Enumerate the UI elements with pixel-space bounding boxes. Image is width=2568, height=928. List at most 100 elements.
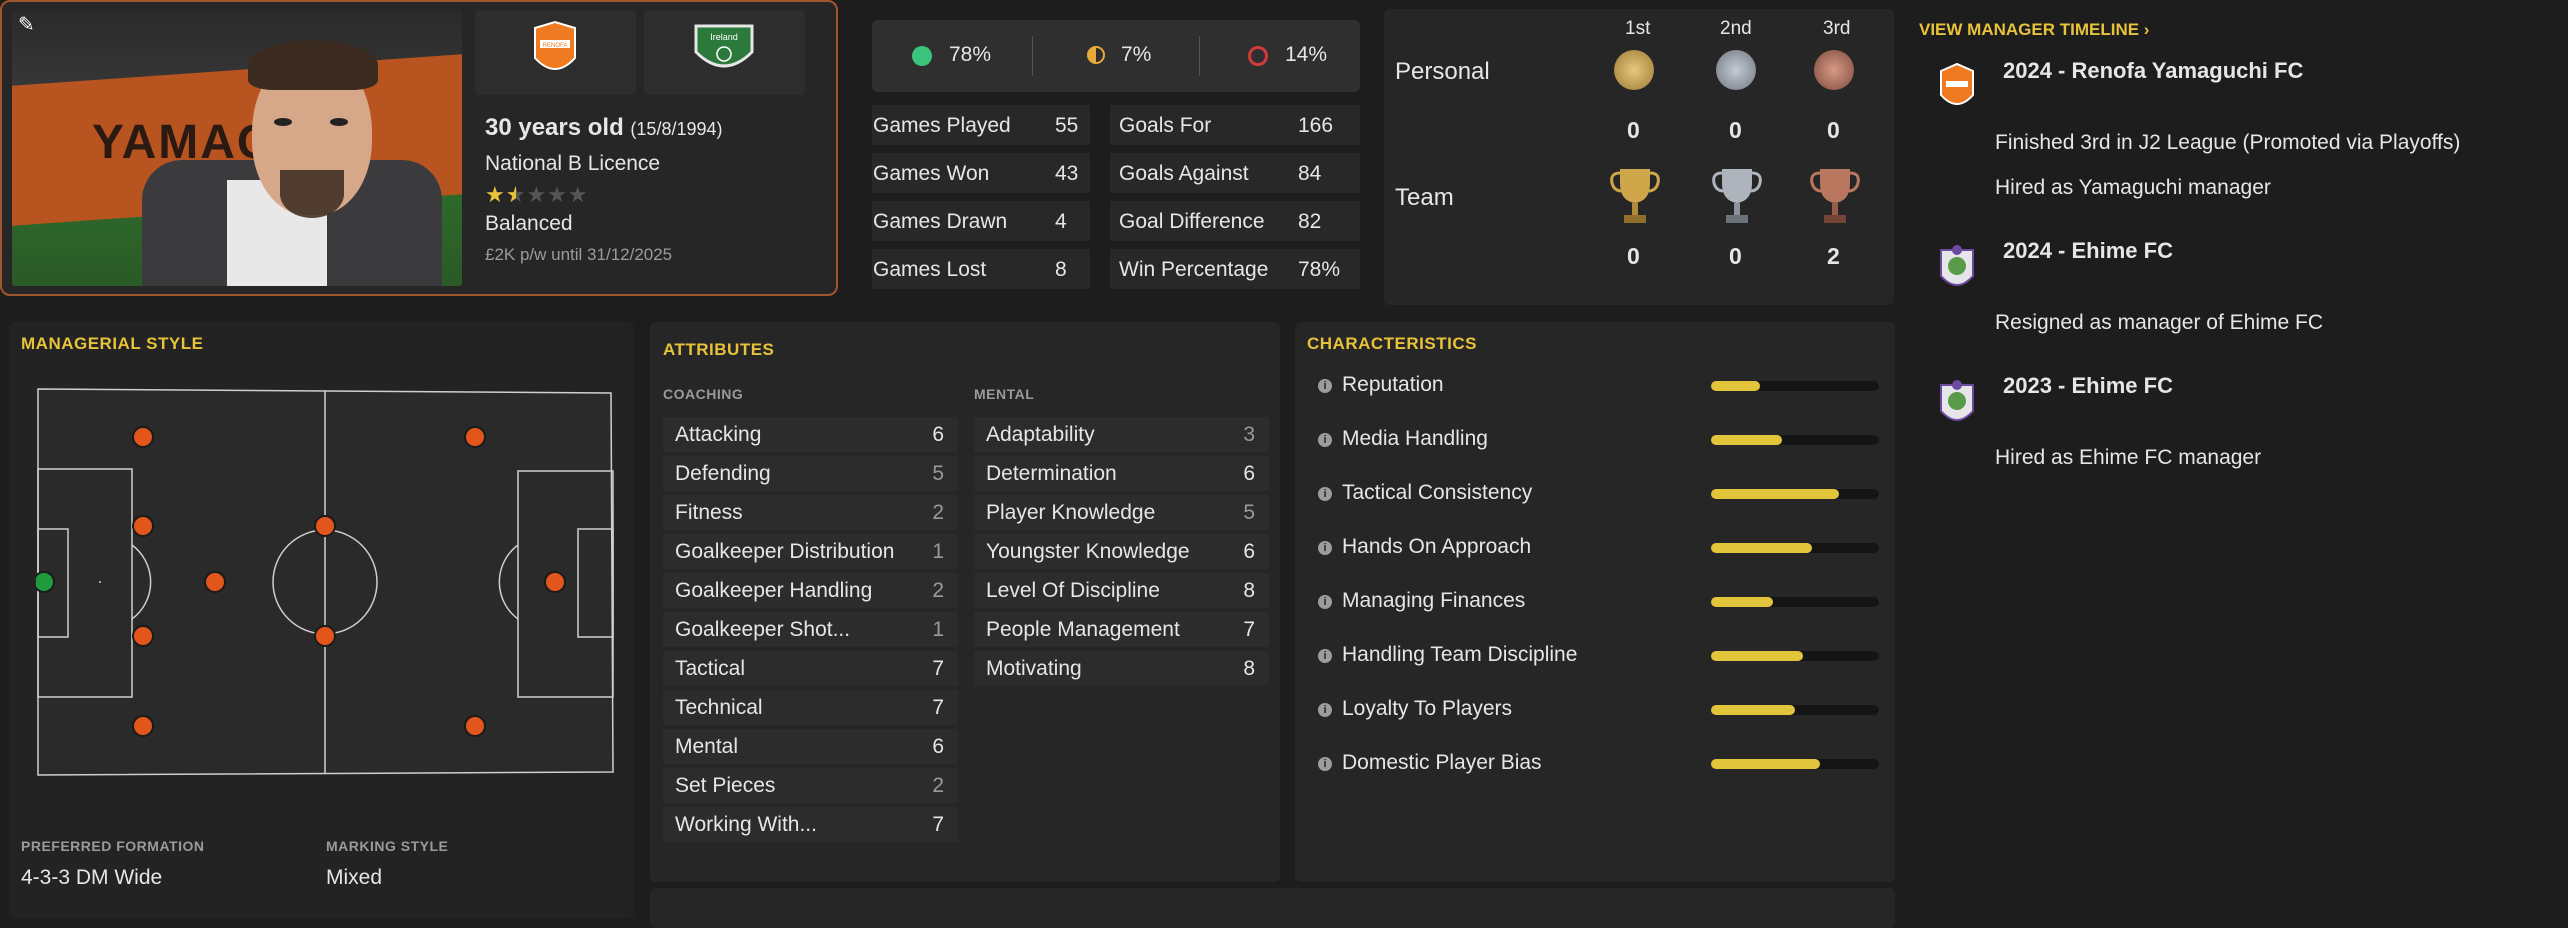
attribute-value: 7: [932, 657, 944, 680]
stat-games-lost: Games Lost 8: [872, 249, 1090, 289]
coaching-attr-set-pieces[interactable]: Set Pieces 2: [663, 768, 958, 803]
player-position-dot: [544, 571, 566, 593]
characteristic-bar-fill: [1711, 435, 1782, 445]
attribute-label: Goalkeeper Shot...: [675, 618, 851, 641]
stat-goals-against: Goals Against 84: [1110, 153, 1360, 193]
characteristic-row[interactable]: i Managing Finances: [1318, 589, 1525, 613]
mental-attr-determination[interactable]: Determination 6: [974, 456, 1269, 491]
attribute-value: 7: [1243, 618, 1255, 641]
attribute-value: 7: [932, 813, 944, 836]
info-icon[interactable]: i: [1318, 649, 1332, 663]
left-eye: [274, 118, 292, 126]
nation-crest-box[interactable]: Ireland: [644, 10, 805, 95]
attribute-value: 2: [932, 501, 944, 524]
renofa-crest-icon: RENOFA: [534, 20, 576, 70]
silver-medal-icon[interactable]: [1716, 50, 1756, 90]
characteristic-bar: [1711, 543, 1879, 553]
timeline-entry-1-title[interactable]: 2024 - Renofa Yamaguchi FC: [2003, 58, 2303, 84]
characteristic-row[interactable]: i Reputation: [1318, 373, 1444, 397]
mental-attr-adaptability[interactable]: Adaptability 3: [974, 417, 1269, 452]
player-position-dot: [132, 515, 154, 537]
bronze-medal-icon[interactable]: [1814, 50, 1854, 90]
attribute-label: Set Pieces: [675, 774, 776, 797]
mental-attr-people-management[interactable]: People Management 7: [974, 612, 1269, 647]
attribute-label: Youngster Knowledge: [986, 540, 1190, 563]
honours-header-3rd: 3rd: [1823, 18, 1851, 39]
beard: [280, 170, 344, 218]
characteristic-row[interactable]: i Domestic Player Bias: [1318, 751, 1542, 775]
mental-attr-motivating[interactable]: Motivating 8: [974, 651, 1269, 686]
draw-icon: [1087, 46, 1105, 64]
attribute-value: 6: [1243, 462, 1255, 485]
coaching-attr-defending[interactable]: Defending 5: [663, 456, 958, 491]
bottom-panel: [650, 888, 1895, 928]
info-icon[interactable]: i: [1318, 379, 1332, 393]
preferred-formation-value: 4-3-3 DM Wide: [21, 866, 163, 889]
characteristic-row[interactable]: i Handling Team Discipline: [1318, 643, 1577, 667]
attribute-value: 8: [1243, 579, 1255, 602]
info-icon[interactable]: i: [1318, 541, 1332, 555]
characteristic-row[interactable]: i Media Handling: [1318, 427, 1488, 451]
characteristic-bar-fill: [1711, 705, 1795, 715]
coaching-attr-fitness[interactable]: Fitness 2: [663, 495, 958, 530]
draw-percentage: 7%: [1121, 43, 1152, 66]
attribute-label: Working With...: [675, 813, 817, 836]
characteristic-row[interactable]: i Loyalty To Players: [1318, 697, 1512, 721]
club-crest-box[interactable]: RENOFA: [475, 10, 636, 95]
managerial-style-title: MANAGERIAL STYLE: [21, 334, 204, 353]
coaching-attr-goalkeeper-handling[interactable]: Goalkeeper Handling 2: [663, 573, 958, 608]
stat-win-percentage: Win Percentage 78%: [1110, 249, 1360, 289]
view-manager-timeline-link[interactable]: VIEW MANAGER TIMELINE ›: [1919, 20, 2149, 40]
player-position-dot: [314, 515, 336, 537]
attribute-label: Technical: [675, 696, 763, 719]
coaching-attr-technical[interactable]: Technical 7: [663, 690, 958, 725]
silver-trophy-icon[interactable]: [1712, 165, 1762, 227]
attribute-label: Player Knowledge: [986, 501, 1156, 524]
characteristic-label: Loyalty To Players: [1342, 697, 1513, 720]
attribute-label: People Management: [986, 618, 1180, 641]
coaching-label: COACHING: [663, 386, 744, 402]
attribute-value: 1: [932, 618, 944, 641]
player-position-dot: [314, 625, 336, 647]
right-eye: [330, 118, 348, 126]
chevron-right-icon: ›: [2143, 20, 2150, 39]
win-icon: [912, 46, 932, 66]
manager-age: 30 years old (15/8/1994): [485, 114, 723, 141]
info-icon[interactable]: i: [1318, 595, 1332, 609]
characteristics-title: CHARACTERISTICS: [1307, 334, 1477, 353]
mental-attr-youngster-knowledge[interactable]: Youngster Knowledge 6: [974, 534, 1269, 569]
svg-text:Ireland: Ireland: [710, 32, 738, 42]
coaching-licence: National B Licence: [485, 152, 661, 175]
gold-medal-icon[interactable]: [1614, 50, 1654, 90]
characteristic-label: Tactical Consistency: [1342, 481, 1533, 504]
attribute-label: Attacking: [675, 423, 762, 446]
bronze-trophy-icon[interactable]: [1810, 165, 1860, 227]
personal-count-1st: 0: [1627, 117, 1640, 143]
edit-pencil-icon[interactable]: ✎: [18, 12, 35, 37]
timeline-entry-2-title[interactable]: 2024 - Ehime FC: [2003, 238, 2173, 264]
info-icon[interactable]: i: [1318, 487, 1332, 501]
coaching-attr-mental[interactable]: Mental 6: [663, 729, 958, 764]
info-icon[interactable]: i: [1318, 757, 1332, 771]
characteristic-row[interactable]: i Tactical Consistency: [1318, 481, 1532, 505]
honours-header-2nd: 2nd: [1720, 18, 1752, 39]
characteristic-bar-fill: [1711, 597, 1774, 607]
coaching-attr-working-with[interactable]: Working With... 7: [663, 807, 958, 842]
hair: [248, 40, 378, 90]
characteristic-row[interactable]: i Hands On Approach: [1318, 535, 1531, 559]
attribute-value: 8: [1243, 657, 1255, 680]
mental-attr-level-of-discipline[interactable]: Level Of Discipline 8: [974, 573, 1269, 608]
info-icon[interactable]: i: [1318, 433, 1332, 447]
coaching-attr-tactical[interactable]: Tactical 7: [663, 651, 958, 686]
coaching-attr-goalkeeper-shot[interactable]: Goalkeeper Shot... 1: [663, 612, 958, 647]
coaching-attr-attacking[interactable]: Attacking 6: [663, 417, 958, 452]
gold-trophy-icon[interactable]: [1610, 165, 1660, 227]
info-icon[interactable]: i: [1318, 703, 1332, 717]
ehime-crest-icon: [1940, 380, 1974, 421]
coaching-attr-goalkeeper-distribution[interactable]: Goalkeeper Distribution 1: [663, 534, 958, 569]
timeline-entry-3-title[interactable]: 2023 - Ehime FC: [2003, 373, 2173, 399]
attribute-value: 1: [932, 540, 944, 563]
mental-attr-player-knowledge[interactable]: Player Knowledge 5: [974, 495, 1269, 530]
stat-goals-for: Goals For 166: [1110, 105, 1360, 145]
characteristic-label: Reputation: [1342, 373, 1444, 396]
